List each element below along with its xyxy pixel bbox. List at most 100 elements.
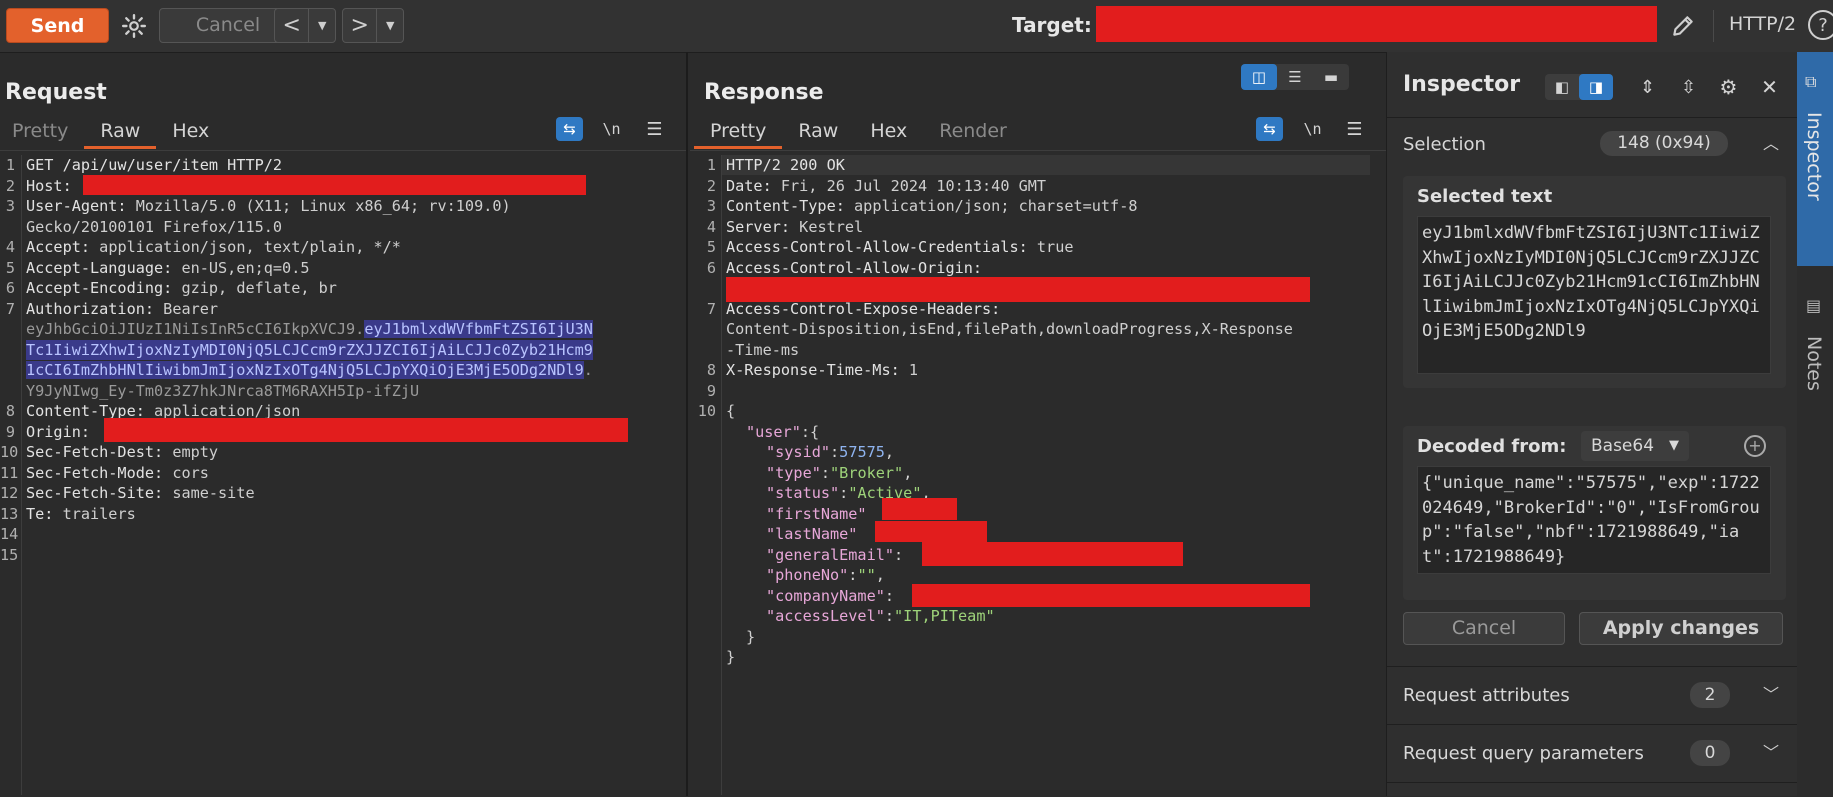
response-line-number-6: 6 [706, 258, 716, 277]
jwt-selection-1[interactable]: eyJ1bmlxdWVfbmFtZSI6IjU3N [364, 320, 593, 338]
target-host-redacted[interactable] [1096, 6, 1657, 42]
jwt-signature: Y9JyNIwg_Ey-Tm0z3Z7hkJNrca8TM6RAXH5Ip-if… [26, 381, 420, 400]
request-line-number-3: 3 [5, 197, 15, 215]
inspector-close-icon[interactable]: ✕ [1756, 75, 1783, 99]
request-newline-icon[interactable]: \n [598, 117, 625, 141]
response-aceh-value-1: Content-Disposition,isEnd,filePath,downl… [726, 320, 1293, 338]
layout-side-by-side-icon[interactable]: ◫ [1241, 64, 1277, 90]
expand-all-icon[interactable]: ⇕ [1634, 75, 1661, 99]
resp-ct-key: Content-Type: [726, 197, 845, 215]
inspector-layout-toggle: ◧ ◨ [1545, 74, 1613, 100]
tab-request-pretty[interactable]: Pretty [0, 116, 84, 146]
panel-divider[interactable] [686, 52, 688, 796]
tab-request-hex[interactable]: Hex [156, 116, 225, 146]
response-acac: Access-Control-Allow-Credentials: true [726, 237, 1073, 258]
back-button-group[interactable]: < ▼ [274, 8, 336, 43]
tab-request-raw[interactable]: Raw [84, 116, 157, 149]
acac-key: Access-Control-Allow-Credentials: [726, 238, 1028, 256]
inspector-cancel-button[interactable]: Cancel [1403, 612, 1565, 645]
response-line-number-10: 10 [697, 402, 716, 420]
request-wrap-icon[interactable]: ⇆ [556, 117, 583, 141]
response-line-number-2: 2 [706, 176, 716, 195]
forward-button-group[interactable]: > ▼ [342, 8, 404, 43]
settings-gear-icon[interactable] [118, 10, 150, 42]
inspector-layout-right-icon[interactable]: ◨ [1579, 74, 1613, 100]
forward-dropdown-icon[interactable]: ▼ [376, 9, 403, 42]
request-line-number-1: 1 [5, 156, 15, 174]
tab-response-hex[interactable]: Hex [854, 116, 923, 146]
tab-response-pretty[interactable]: Pretty [694, 116, 783, 149]
user-key: "user" [746, 422, 801, 441]
jwt-dot: . [583, 361, 593, 379]
tab-response-raw[interactable]: Raw [782, 116, 854, 146]
request-te: Te: trailers [26, 504, 136, 525]
response-aceh-value-2: -Time-ms [726, 340, 800, 359]
access-value: "IT,PITeam" [894, 607, 995, 625]
inspector-settings-icon[interactable]: ⚙ [1715, 75, 1742, 99]
inspector-panel: Inspector ◧ ◨ ⇕ ⇳ ⚙ ✕ Selection 148 (0x9… [1386, 52, 1798, 796]
inspector-next-section[interactable] [1387, 782, 1798, 797]
layout-single-icon[interactable]: ▬ [1313, 64, 1349, 90]
response-line-number-5: 5 [706, 238, 716, 256]
firstname-redacted [882, 498, 957, 520]
request-line-number-2: 2 [5, 176, 15, 195]
sfm-value: cors [172, 463, 209, 482]
request-user-agent-cont: Gecko/20100101 Firefox/115.0 [26, 217, 283, 236]
json-type: "type":"Broker", [766, 463, 913, 482]
decoded-text-value[interactable]: {"unique_name":"57575","exp":1722024649,… [1417, 466, 1771, 574]
response-menu-icon[interactable]: ☰ [1341, 117, 1368, 141]
collapse-all-icon[interactable]: ⇳ [1675, 75, 1702, 99]
side-tab-notes[interactable]: ▤ Notes [1797, 282, 1833, 462]
date-key: Date: [726, 176, 772, 195]
add-decoder-icon[interactable]: + [1744, 435, 1766, 457]
tab-response-render[interactable]: Render [923, 116, 1023, 146]
auth-value: Bearer [163, 299, 219, 318]
chevron-down-icon[interactable]: ﹀ [1763, 681, 1779, 705]
forward-arrow-icon[interactable]: > [343, 9, 376, 42]
request-authorization: Authorization: Bearer [26, 299, 218, 320]
response-gutter-line [721, 155, 722, 795]
inspector-layout-left-icon[interactable]: ◧ [1545, 74, 1579, 100]
request-line-number-11: 11 [0, 463, 19, 482]
resp-ct-value: application/json; charset=utf-8 [854, 197, 1138, 215]
response-server: Server: Kestrel [726, 217, 863, 238]
request-query-params-section[interactable]: Request query parameters 0 ﹀ [1387, 724, 1798, 783]
help-icon[interactable]: ? [1808, 10, 1833, 40]
request-host-key: Host: [26, 176, 72, 195]
back-dropdown-icon[interactable]: ▼ [308, 9, 335, 42]
selected-text-value[interactable]: eyJ1bmlxdWVfbmFtZSI6IjU3NTc1IiwiZXhwIjox… [1417, 216, 1771, 374]
layout-stacked-icon[interactable]: ☰ [1277, 64, 1313, 90]
side-tab-inspector[interactable]: ⧉ Inspector [1797, 52, 1833, 266]
edit-pencil-icon[interactable] [1667, 10, 1699, 42]
request-tabs-divider [0, 150, 686, 151]
chevron-up-icon[interactable]: ︿ [1763, 130, 1779, 154]
json-access: "accessLevel":"IT,PITeam" [766, 607, 995, 625]
send-button[interactable]: Send [6, 8, 109, 43]
chevron-down-icon[interactable]: ﹀ [1763, 739, 1779, 763]
sfm-key: Sec-Fetch-Mode: [26, 463, 164, 482]
request-title: Request [5, 80, 107, 105]
json-sysid: "sysid":57575, [766, 443, 895, 461]
request-attributes-section[interactable]: Request attributes 2 ﹀ [1387, 666, 1798, 725]
selection-section[interactable]: Selection 148 (0x94) ︿ [1387, 117, 1798, 168]
request-tabs: Pretty Raw Hex [0, 116, 225, 149]
jwt-selection-3[interactable]: 1cCI6ImZhbHNlIiwibmJmIjoxNzIxOTg4NjQ5LCJ… [26, 361, 584, 379]
response-wrap-icon[interactable]: ⇆ [1256, 117, 1283, 141]
request-query-params-label: Request query parameters [1403, 743, 1644, 764]
response-line-number-3: 3 [706, 197, 716, 215]
protocol-label[interactable]: HTTP/2 [1729, 13, 1796, 35]
jwt-selection-2[interactable]: Tc1IiwiZXhwIjoxNzIyMDI0NjQ5LCJCcm9rZXJJZ… [26, 339, 593, 360]
response-newline-icon[interactable]: \n [1299, 117, 1326, 141]
request-menu-icon[interactable]: ☰ [641, 117, 668, 141]
te-value: trailers [62, 504, 136, 523]
company-key: "companyName" [766, 586, 885, 605]
apply-changes-button[interactable]: Apply changes [1579, 612, 1783, 645]
request-origin-key: Origin: [26, 422, 91, 441]
back-arrow-icon[interactable]: < [275, 9, 308, 42]
sfd-key: Sec-Fetch-Dest: [26, 443, 164, 461]
inspector-tab-icon: ⧉ [1805, 72, 1817, 91]
decoder-select[interactable]: Base64 ▼ [1581, 431, 1689, 461]
email-redacted [922, 542, 1183, 566]
json-inner-close: } [746, 627, 756, 646]
request-accept-encoding: Accept-Encoding: gzip, deflate, br [26, 278, 337, 299]
